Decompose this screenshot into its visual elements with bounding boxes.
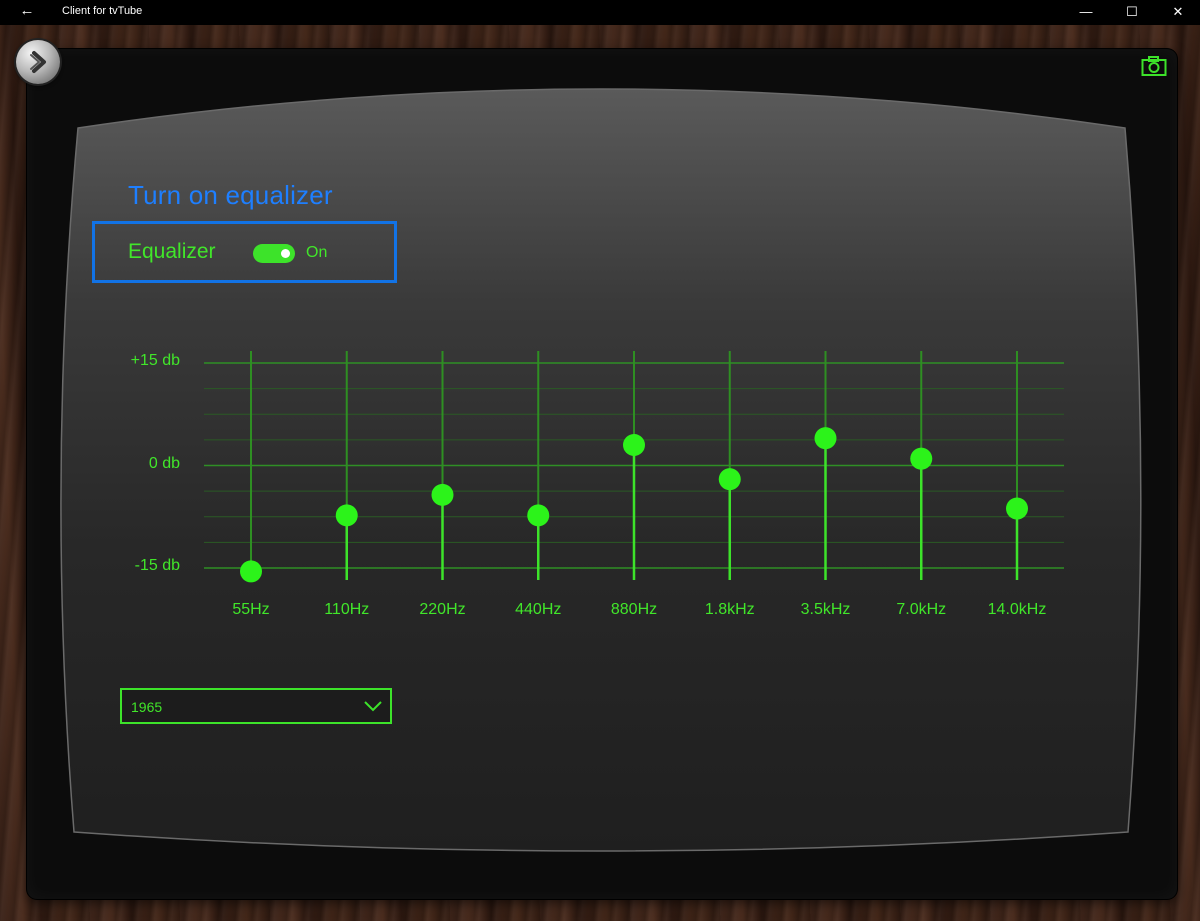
equalizer-toggle[interactable] (253, 244, 295, 263)
freq-label: 1.8kHz (704, 601, 755, 618)
tv-frame (27, 49, 1177, 899)
preset-dropdown[interactable]: 1965 (120, 688, 392, 724)
minimize-button[interactable]: — (1063, 0, 1109, 25)
maximize-button[interactable]: ☐ (1109, 0, 1155, 25)
freq-label: 3.5kHz (800, 601, 851, 618)
equalizer-label: Equalizer (128, 240, 216, 263)
close-button[interactable]: ✕ (1155, 0, 1200, 25)
chevron-right-icon (30, 51, 46, 73)
freq-label: 880Hz (610, 601, 658, 618)
toggle-knob (281, 249, 290, 258)
db-label-bottom: -15 db (134, 557, 180, 574)
freq-label: 55Hz (232, 601, 270, 618)
chevron-down-icon (364, 701, 382, 712)
window-title: Client for tvTube (62, 5, 143, 17)
freq-label: 14.0kHz (987, 601, 1047, 618)
freq-label: 7.0kHz (896, 601, 947, 618)
back-button[interactable]: ← (14, 0, 40, 25)
freq-label: 440Hz (515, 601, 562, 618)
preset-value: 1965 (131, 699, 163, 715)
freq-label: 110Hz (324, 601, 370, 618)
title-bar: ← Client for tvTube — ☐ ✕ (0, 0, 1200, 25)
nav-button[interactable] (16, 40, 60, 84)
freq-label: 220Hz (419, 601, 466, 618)
db-label-top: +15 db (130, 352, 180, 369)
db-label-mid: 0 db (148, 455, 180, 472)
equalizer-state: On (306, 244, 328, 261)
camera-icon[interactable] (1141, 55, 1167, 77)
section-title: Turn on equalizer (128, 180, 333, 210)
